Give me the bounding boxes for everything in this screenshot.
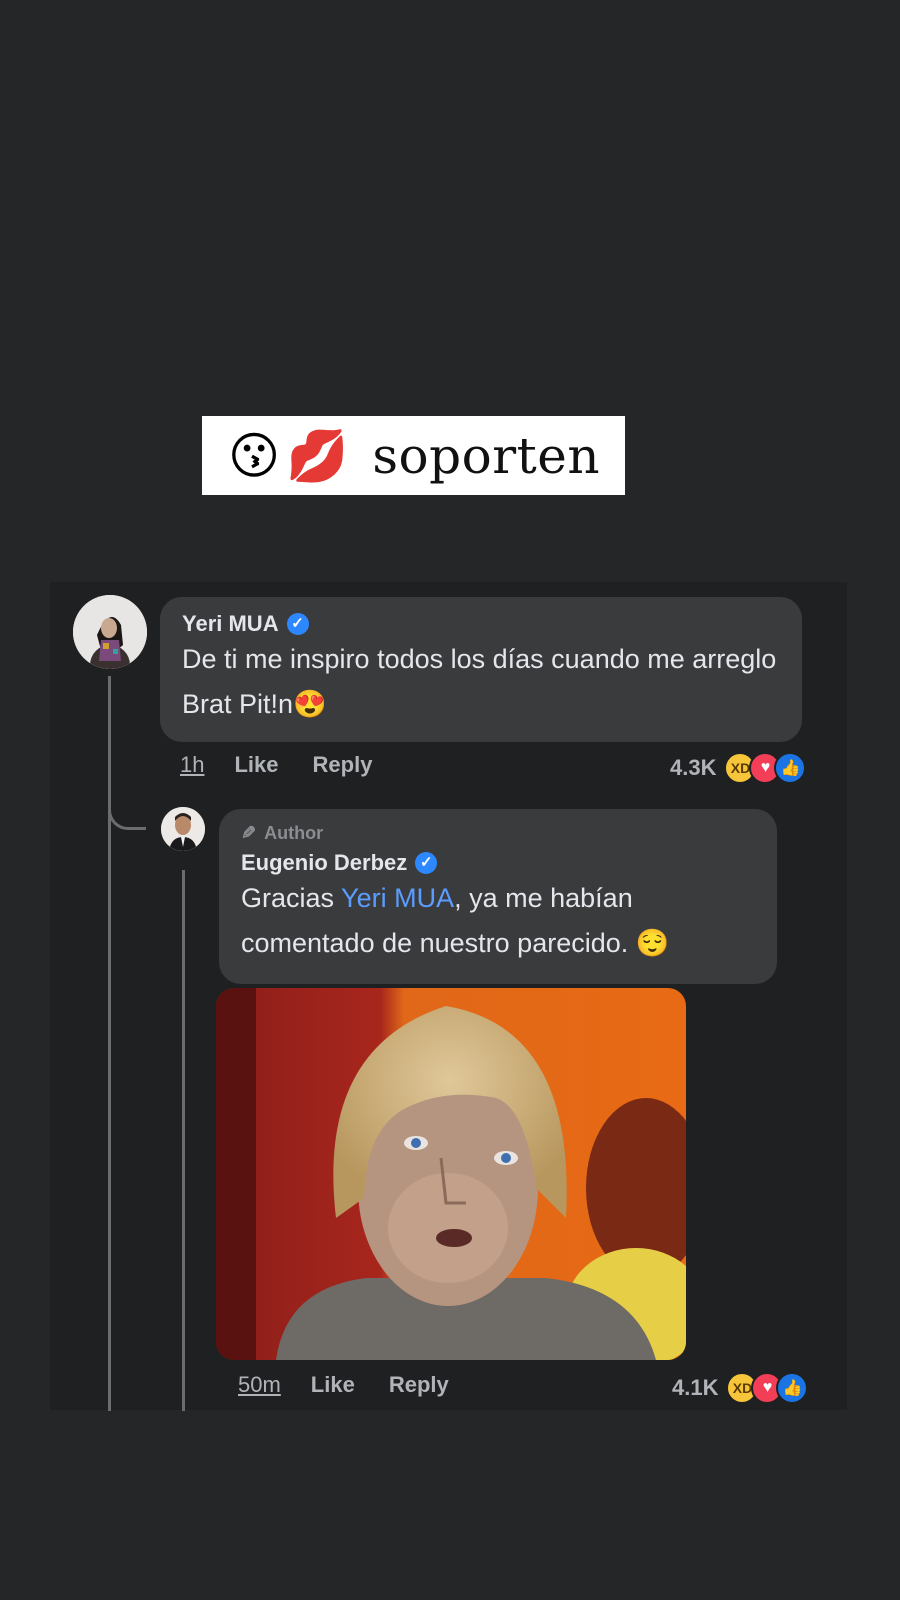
kiss-mark-emoji: 💋	[286, 426, 349, 485]
text-sticker: 😗 💋 soporten	[202, 416, 625, 495]
comment-author[interactable]: Yeri MUA ✓	[182, 611, 780, 637]
comment-bubble[interactable]: Yeri MUA ✓ De ti me inspiro todos los dí…	[160, 597, 802, 742]
reply-text: Gracias Yeri MUA, ya me habían comentado…	[241, 876, 755, 966]
reply-author[interactable]: Eugenio Derbez ✓	[241, 850, 755, 876]
reply-text-start: Gracias	[241, 883, 342, 913]
reaction-summary[interactable]: 4.1K XD ♥ 👍	[672, 1372, 809, 1404]
reaction-summary[interactable]: 4.3K XD ♥ 👍	[670, 752, 807, 784]
story-screen: 😗 💋 soporten Yeri MUA ✓ De ti me inspiro…	[0, 0, 900, 1600]
author-badge: ✎ Author	[241, 823, 755, 844]
comment-actions: 1h Like Reply	[180, 752, 406, 778]
sticker-text: soporten	[372, 426, 601, 485]
verified-badge-icon: ✓	[415, 852, 438, 874]
pencil-icon: ✎	[241, 823, 257, 843]
mention-link[interactable]: Yeri MUA	[341, 883, 454, 913]
reply-button[interactable]: Reply	[389, 1372, 449, 1398]
avatar[interactable]	[161, 807, 205, 851]
like-button[interactable]: Like	[311, 1372, 355, 1398]
reply-time-link[interactable]: 50m	[238, 1372, 281, 1398]
reply-bubble[interactable]: ✎ Author Eugenio Derbez ✓ Gracias Yeri M…	[219, 809, 777, 984]
author-name[interactable]: Eugenio Derbez	[241, 850, 407, 876]
comment-text: De ti me inspiro todos los días cuando m…	[182, 644, 777, 719]
reply-photo[interactable]	[216, 988, 686, 1360]
reply-button[interactable]: Reply	[313, 752, 373, 778]
kissing-face-emoji: 😗	[228, 426, 281, 485]
reaction-count: 4.1K	[672, 1375, 719, 1400]
like-reaction-icon: 👍	[774, 752, 807, 784]
reply-thread-connector	[182, 870, 185, 1411]
like-reaction-icon: 👍	[776, 1372, 809, 1404]
author-name[interactable]: Yeri MUA	[182, 611, 279, 637]
reply-connector	[108, 780, 146, 830]
avatar[interactable]	[73, 595, 147, 669]
reaction-count: 4.3K	[670, 755, 717, 780]
author-badge-label: Author	[264, 823, 324, 843]
verified-badge-icon: ✓	[286, 613, 309, 635]
comment-time-link[interactable]: 1h	[180, 752, 204, 778]
like-button[interactable]: Like	[234, 752, 278, 778]
reply-actions: 50m Like Reply	[238, 1372, 483, 1398]
